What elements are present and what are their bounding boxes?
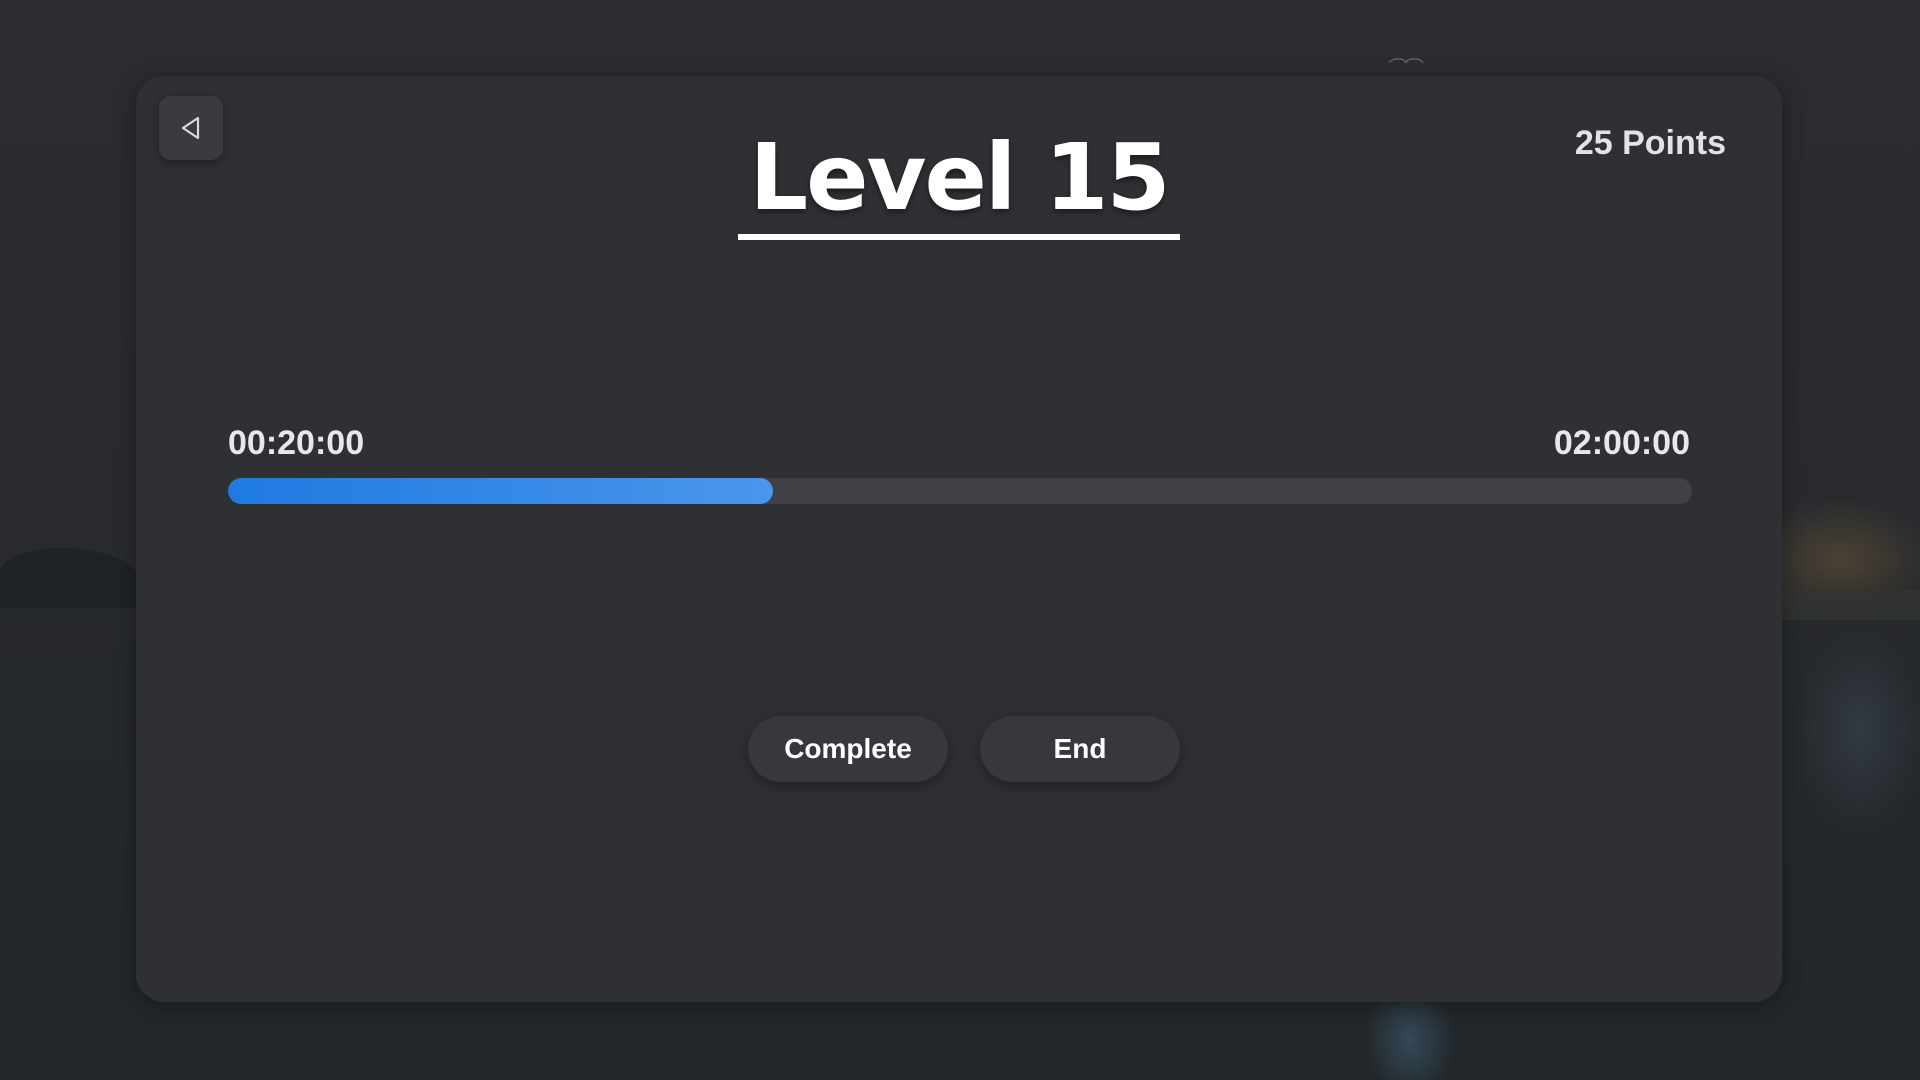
background-shore bbox=[1780, 590, 1920, 620]
total-time: 02:00:00 bbox=[1553, 424, 1690, 462]
complete-button[interactable]: Complete bbox=[748, 716, 948, 782]
points-display: 25 Points bbox=[1574, 124, 1726, 162]
elapsed-time: 00:20:00 bbox=[228, 424, 365, 462]
level-panel: Level 15 25 Points 00:20:00 02:00:00 Com… bbox=[136, 76, 1782, 1002]
progress-bar-fill bbox=[228, 478, 773, 504]
page-title: Level 15 bbox=[136, 128, 1782, 240]
level-title-text: Level 15 bbox=[737, 128, 1181, 240]
progress-bar bbox=[228, 478, 1692, 504]
action-buttons: Complete End bbox=[136, 716, 1782, 782]
end-button[interactable]: End bbox=[980, 716, 1180, 782]
